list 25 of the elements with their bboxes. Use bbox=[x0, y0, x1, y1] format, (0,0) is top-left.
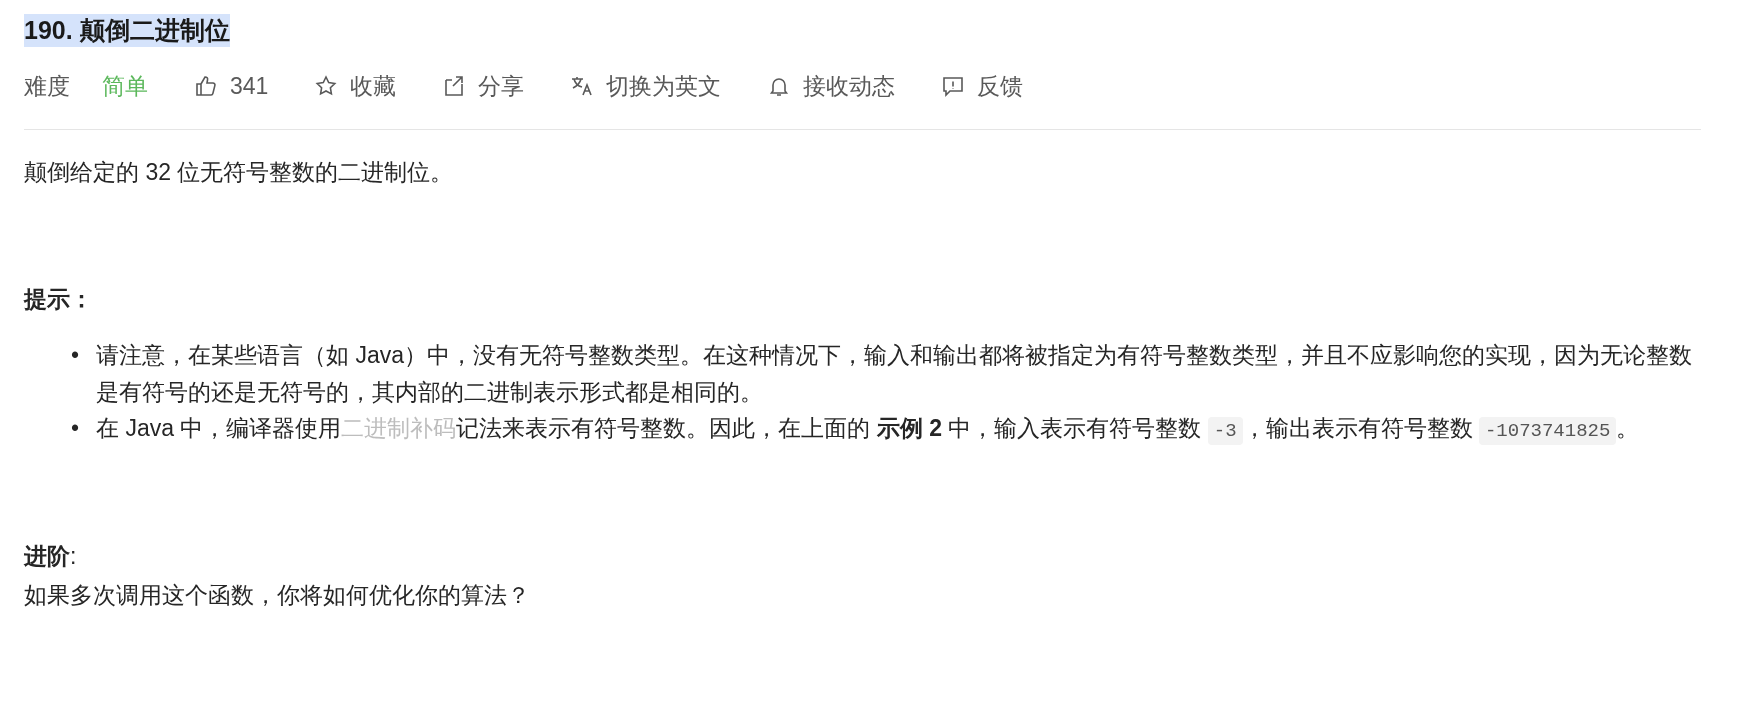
bullet: • bbox=[70, 341, 80, 368]
difficulty-value: 简单 bbox=[102, 71, 148, 101]
advanced-text: 如果多次调用这个函数，你将如何优化你的算法？ bbox=[24, 581, 531, 611]
code-snippet: -3 bbox=[1207, 417, 1243, 446]
code-snippet: -1073741825 bbox=[1478, 417, 1617, 446]
hint-text: 请注意，在某些语言（如 Java）中，没有无符号整数类型。在这种情况下，输入和输出都将被指定为有符号整数类型，并且不应影响您的实现，因为无论整数是有符号的还是无符号的，其内部的二进制表示形式都是相同的。 bbox=[96, 341, 1692, 405]
hint-text: ，输出表示有符号整数 bbox=[1242, 415, 1474, 442]
advanced-heading: 进阶 bbox=[24, 543, 70, 570]
hint-text: 。 bbox=[1616, 415, 1640, 442]
star-icon[interactable] bbox=[314, 73, 339, 98]
hint-text: 在 Java 中，编译器使用 bbox=[96, 415, 342, 442]
hint-text: 记法来表示有符号整数。因此，在上面的 示例 2 中，输入表示有符号整数 bbox=[456, 415, 1203, 442]
description-text: 颠倒给定的 32 位无符号整数的二进制位。 bbox=[24, 158, 455, 187]
colon: : bbox=[70, 543, 77, 570]
toolbar-link[interactable]: 接收动态 bbox=[803, 68, 896, 103]
hint-heading: 提示： bbox=[24, 285, 94, 315]
difficulty-label: 难度 bbox=[24, 71, 70, 101]
problem-title: 190. 颠倒二进制位 bbox=[24, 14, 230, 47]
toolbar-link[interactable]: 切换为英文 bbox=[606, 68, 722, 103]
toolbar-link[interactable]: 341 bbox=[230, 68, 269, 103]
toolbar-link[interactable]: 收藏 bbox=[350, 68, 397, 103]
toolbar-link[interactable]: 分享 bbox=[478, 68, 525, 103]
thumbs-up-icon[interactable] bbox=[194, 73, 218, 98]
bullet: • bbox=[70, 415, 80, 442]
toolbar-link[interactable]: 反馈 bbox=[977, 68, 1024, 103]
